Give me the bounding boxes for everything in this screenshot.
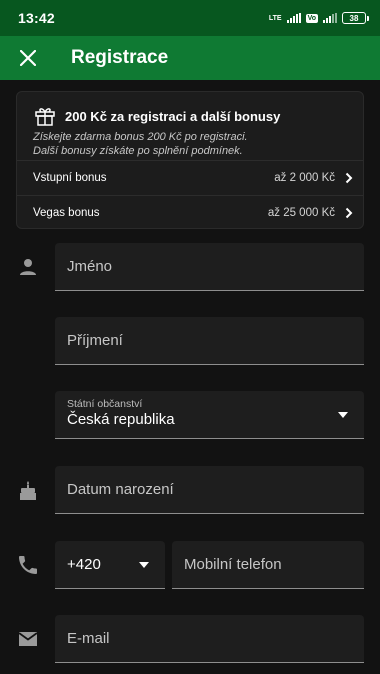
- phone-icon: [19, 556, 37, 574]
- mobile-phone-placeholder: Mobilní telefon: [184, 556, 282, 573]
- network-type: LTE: [268, 14, 282, 22]
- gift-icon: [35, 108, 55, 126]
- mobile-phone-field[interactable]: Mobilní telefon: [172, 541, 364, 589]
- page-title: Registrace: [71, 47, 169, 68]
- bonus-row-entry[interactable]: Vstupní bonus až 2 000 Kč: [17, 160, 363, 194]
- phone-prefix-select[interactable]: +420: [55, 541, 165, 589]
- bonus-row-label: Vstupní bonus: [33, 171, 107, 184]
- bonus-row-value: až 25 000 Kč: [267, 206, 335, 219]
- status-time: 13:42: [18, 10, 55, 26]
- birth-date-placeholder: Datum narození: [67, 481, 174, 498]
- first-name-field[interactable]: Jméno: [55, 243, 364, 291]
- signal-icon: [323, 13, 337, 23]
- bonus-description: Získejte zdarma bonus 200 Kč po registra…: [17, 128, 363, 158]
- battery-icon: 38: [342, 12, 369, 24]
- person-icon: [20, 259, 36, 275]
- volte-badge: Vo: [305, 13, 318, 23]
- signal-icon: [286, 13, 301, 23]
- dropdown-arrow-icon: [338, 411, 348, 418]
- citizenship-select[interactable]: Státní občanství Česká republika: [55, 391, 364, 439]
- citizenship-value: Česká republika: [67, 411, 175, 428]
- bonus-row-value: až 2 000 Kč: [274, 171, 335, 184]
- birth-date-field[interactable]: Datum narození: [55, 466, 364, 514]
- phone-prefix-value: +420: [67, 556, 101, 573]
- cake-icon: [20, 481, 36, 500]
- email-field[interactable]: E-mail: [55, 615, 364, 663]
- chevron-right-icon: [345, 207, 353, 218]
- bonus-desc-line1: Získejte zdarma bonus 200 Kč po registra…: [33, 131, 248, 143]
- close-icon: [20, 50, 36, 66]
- dropdown-arrow-icon: [139, 561, 149, 568]
- email-placeholder: E-mail: [67, 630, 110, 647]
- bonus-row-label: Vegas bonus: [33, 206, 100, 219]
- last-name-field[interactable]: Příjmení: [55, 317, 364, 365]
- last-name-placeholder: Příjmení: [67, 332, 123, 349]
- bonus-header: 200 Kč za registraci a další bonusy: [17, 92, 363, 128]
- bonus-title: 200 Kč za registraci a další bonusy: [65, 108, 281, 124]
- status-bar: 13:42 LTE Vo 38: [0, 0, 380, 36]
- app-bar: Registrace: [0, 36, 380, 80]
- bonus-desc-line2: Další bonusy získáte po splnění podmínek…: [33, 145, 243, 157]
- battery-level: 38: [349, 13, 359, 23]
- bonus-row-vegas[interactable]: Vegas bonus až 25 000 Kč: [17, 195, 363, 228]
- first-name-placeholder: Jméno: [67, 258, 113, 275]
- status-icons: LTE Vo 38: [268, 12, 369, 24]
- citizenship-label: Státní občanství: [67, 398, 143, 410]
- bonus-card: 200 Kč za registraci a další bonusy Získ…: [16, 91, 364, 229]
- email-icon: [18, 632, 38, 646]
- chevron-right-icon: [345, 172, 353, 183]
- close-button[interactable]: [0, 36, 56, 80]
